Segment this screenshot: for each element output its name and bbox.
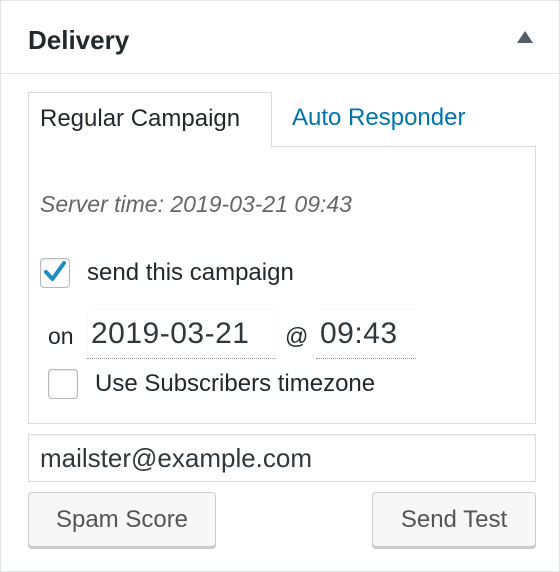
metabox-header[interactable]: Delivery — [1, 1, 559, 74]
server-time-text: Server time: 2019-03-21 09:43 — [40, 191, 352, 217]
tab-auto-responder[interactable]: Auto Responder — [292, 92, 465, 146]
spam-score-button[interactable]: Spam Score — [28, 492, 216, 547]
send-date-input[interactable]: 2019-03-21 — [87, 309, 275, 359]
test-email-input[interactable]: mailster@example.com — [28, 434, 536, 482]
subscribers-timezone-label[interactable]: Use Subscribers timezone — [95, 369, 375, 399]
send-test-button[interactable]: Send Test — [372, 492, 536, 547]
at-label: @ — [285, 323, 309, 349]
send-campaign-checkbox[interactable] — [40, 258, 70, 288]
metabox-title: Delivery — [28, 25, 130, 55]
subscribers-timezone-checkbox[interactable] — [48, 369, 78, 399]
send-time-input[interactable]: 09:43 — [316, 309, 416, 359]
tab-regular-campaign[interactable]: Regular Campaign — [28, 92, 272, 147]
regular-campaign-panel: Server time: 2019-03-21 09:43 send this … — [28, 146, 536, 424]
checkmark-icon — [44, 261, 66, 281]
collapse-triangle-icon[interactable] — [517, 31, 533, 43]
delivery-metabox: Delivery Regular Campaign Auto Responder… — [0, 0, 560, 572]
send-campaign-label[interactable]: send this campaign — [87, 258, 294, 288]
on-label: on — [48, 323, 74, 349]
